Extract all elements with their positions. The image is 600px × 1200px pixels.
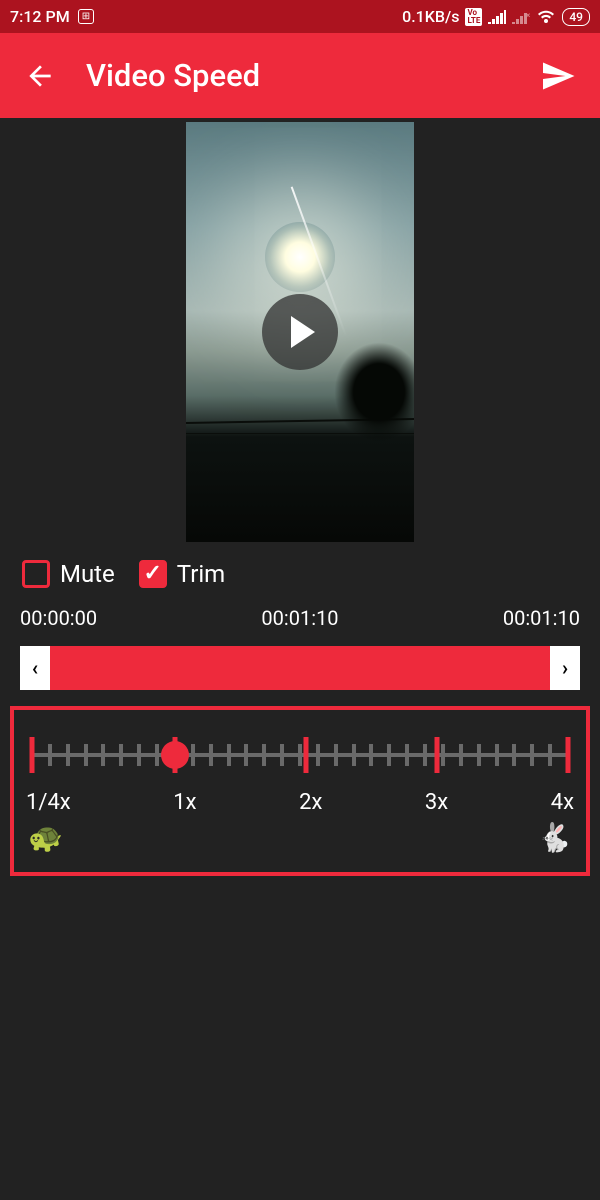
speed-label-0: 1/4x bbox=[26, 790, 71, 815]
checkbox-icon: ✓ bbox=[139, 560, 167, 588]
data-rate: 0.1KB/s bbox=[402, 7, 459, 26]
signal-icon bbox=[488, 10, 506, 24]
turtle-icon: 🐢 bbox=[28, 821, 63, 854]
speed-control-panel: 1/4x 1x 2x 3x 4x 🐢 🐇 bbox=[10, 706, 590, 876]
speed-slider[interactable] bbox=[32, 730, 568, 780]
svg-text:×: × bbox=[526, 11, 530, 20]
back-icon[interactable] bbox=[24, 60, 56, 92]
trim-bar: ‹ › bbox=[20, 646, 580, 690]
trim-label: Trim bbox=[177, 560, 225, 588]
rabbit-icon: 🐇 bbox=[537, 821, 572, 854]
keyboard-icon: ⊞ bbox=[78, 9, 94, 24]
trim-track[interactable] bbox=[50, 646, 550, 690]
time-row: 00:00:00 00:01:10 00:01:10 bbox=[0, 598, 600, 638]
play-icon bbox=[291, 316, 315, 348]
speed-labels: 1/4x 1x 2x 3x 4x bbox=[26, 790, 574, 815]
send-icon[interactable] bbox=[540, 58, 576, 94]
mute-checkbox[interactable]: Mute bbox=[22, 560, 115, 588]
trim-handle-right[interactable]: › bbox=[550, 646, 580, 690]
speed-label-2: 2x bbox=[299, 790, 322, 815]
status-time: 7:12 PM bbox=[10, 7, 70, 26]
trim-checkbox[interactable]: ✓ Trim bbox=[139, 560, 225, 588]
check-icon: ✓ bbox=[144, 563, 162, 585]
signal-icon-2: × bbox=[512, 10, 530, 24]
video-thumbnail bbox=[186, 122, 414, 542]
status-bar: 7:12 PM ⊞ 0.1KB/s VoLTE × 49 bbox=[0, 0, 600, 33]
speed-label-3: 3x bbox=[425, 790, 448, 815]
time-current: 00:01:10 bbox=[261, 606, 338, 630]
speed-thumb[interactable] bbox=[161, 741, 189, 769]
mute-label: Mute bbox=[60, 560, 115, 588]
video-preview bbox=[0, 118, 600, 542]
time-start: 00:00:00 bbox=[20, 606, 97, 630]
options-row: Mute ✓ Trim bbox=[0, 542, 600, 598]
checkbox-icon bbox=[22, 560, 50, 588]
trim-handle-left[interactable]: ‹ bbox=[20, 646, 50, 690]
play-button[interactable] bbox=[262, 294, 338, 370]
speed-label-1: 1x bbox=[173, 790, 196, 815]
page-title: Video Speed bbox=[86, 57, 510, 94]
speed-label-4: 4x bbox=[551, 790, 574, 815]
time-end: 00:01:10 bbox=[503, 606, 580, 630]
app-bar: Video Speed bbox=[0, 33, 600, 118]
volte-icon: VoLTE bbox=[465, 8, 482, 26]
battery-icon: 49 bbox=[562, 8, 590, 26]
wifi-icon bbox=[536, 9, 556, 25]
